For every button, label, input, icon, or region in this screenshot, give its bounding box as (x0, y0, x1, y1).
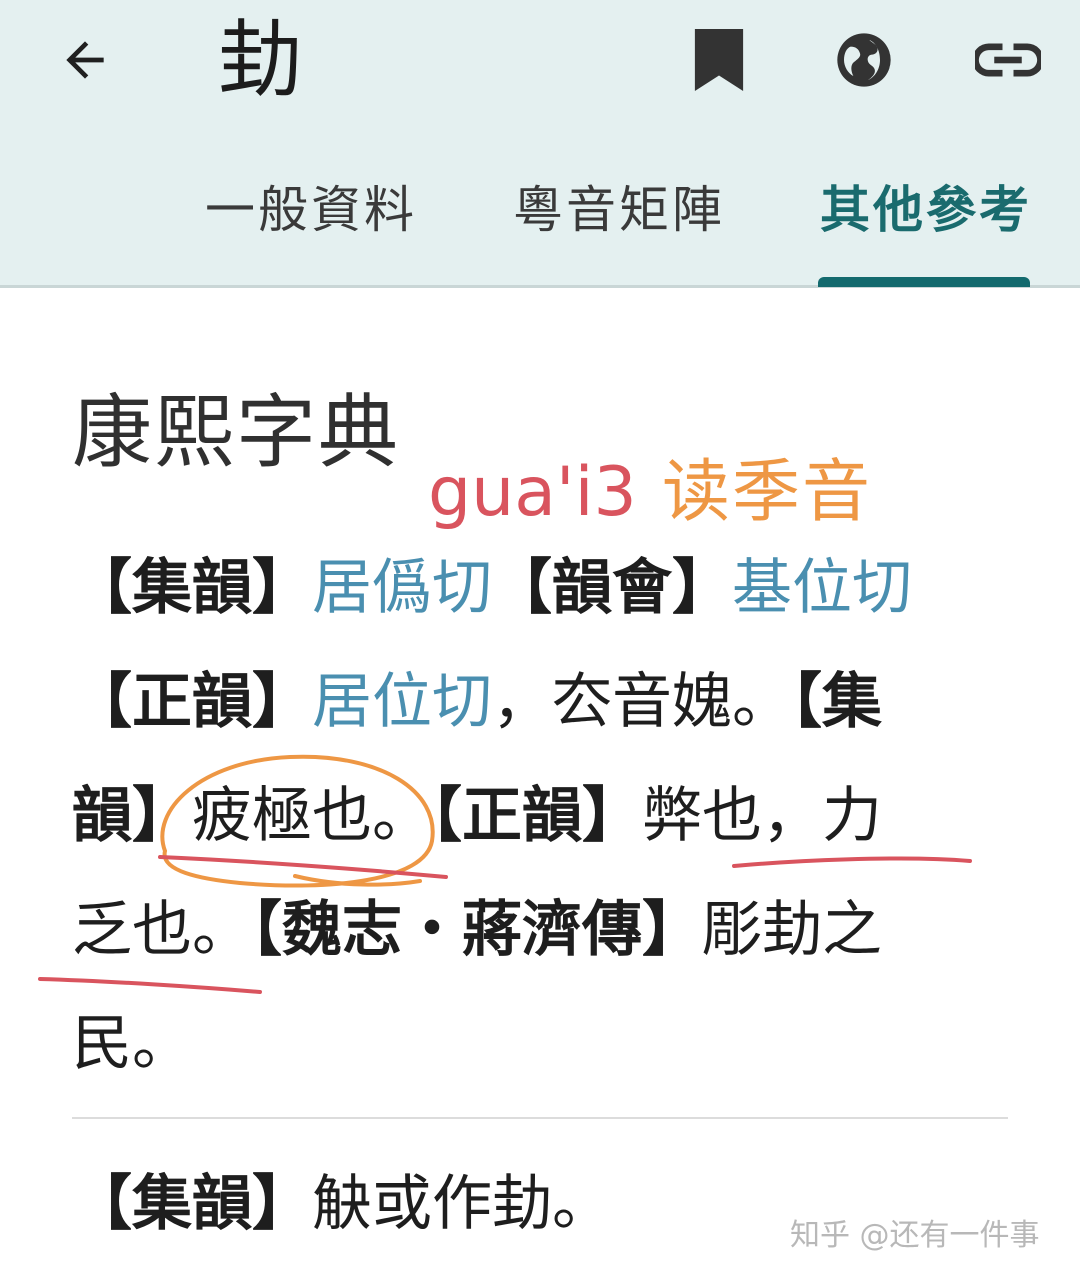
entry-text-circled: 疲極也 (192, 781, 372, 851)
source-label: 【集 (792, 667, 882, 737)
entry-line-3: 韻】疲極也。【正韻】弊也，力 (72, 759, 1012, 873)
handwritten-romanization: gua'i3 (428, 453, 637, 532)
entry-line-2: 【正韻】居位切，厺音媿。【集 (72, 645, 1012, 759)
source-label: 【正韻】 (72, 667, 312, 737)
entry-line-4: 乏也。【魏志・蔣濟傳】彫劸之 (72, 873, 1012, 987)
handwritten-note: 读季音 (662, 453, 873, 532)
bookmark-button[interactable] (683, 24, 755, 96)
entry-text: 。 (192, 895, 252, 965)
tab-other-references[interactable]: 其他參考 (820, 180, 1032, 240)
entry-text: ，厺音媿。 (492, 667, 792, 737)
web-button[interactable] (828, 24, 900, 96)
entry-text: 觖或作劸。 (312, 1169, 612, 1239)
entry-text-underlined: 弊也，力 (642, 781, 882, 851)
section-title: 康熙字典 (72, 386, 400, 479)
entry-text: 。 (372, 781, 432, 851)
entry-line-5: 民。 (72, 987, 1012, 1101)
fanqie-link[interactable]: 居僞切 (312, 553, 492, 623)
tab-cantonese-matrix[interactable]: 粵音矩陣 (513, 180, 725, 240)
link-button[interactable] (972, 24, 1044, 96)
entry-text: 民。 (72, 1009, 192, 1079)
arrow-back-icon (66, 41, 104, 79)
tab-general-info[interactable]: 一般資料 (205, 180, 417, 240)
entry-text: 彫劸之 (702, 895, 882, 965)
fanqie-link[interactable]: 居位切 (312, 667, 492, 737)
app-bar: 劸 一般資料 粵音矩陣 其他參考 (0, 0, 1080, 288)
entry-line-1: 【集韻】居僞切【韻會】基位切 (72, 531, 1012, 645)
watermark: 知乎 @还有一件事 (790, 1218, 1040, 1253)
source-label: 【集韻】 (72, 1169, 312, 1239)
tab-bar: 一般資料 粵音矩陣 其他參考 (0, 160, 1080, 288)
back-button[interactable] (50, 28, 120, 92)
link-icon (975, 43, 1041, 77)
divider (72, 1117, 1008, 1119)
fanqie-link[interactable]: 基位切 (732, 553, 912, 623)
entry-text-underlined: 乏也 (72, 895, 192, 965)
source-label: 【魏志・蔣濟傳】 (252, 895, 702, 965)
source-label: 【集韻】 (72, 553, 312, 623)
source-label: 【正韻】 (432, 781, 642, 851)
bookmark-icon (694, 29, 744, 91)
source-label: 韻】 (72, 781, 192, 851)
globe-icon (837, 33, 891, 87)
active-tab-indicator (818, 277, 1030, 287)
content-area[interactable]: 康熙字典 gua'i3 读季音 【集韻】居僞切【韻會】基位切 【正韻】居位切，厺… (0, 291, 1080, 1270)
source-label: 【韻會】 (492, 553, 732, 623)
page-title: 劸 (218, 11, 303, 109)
